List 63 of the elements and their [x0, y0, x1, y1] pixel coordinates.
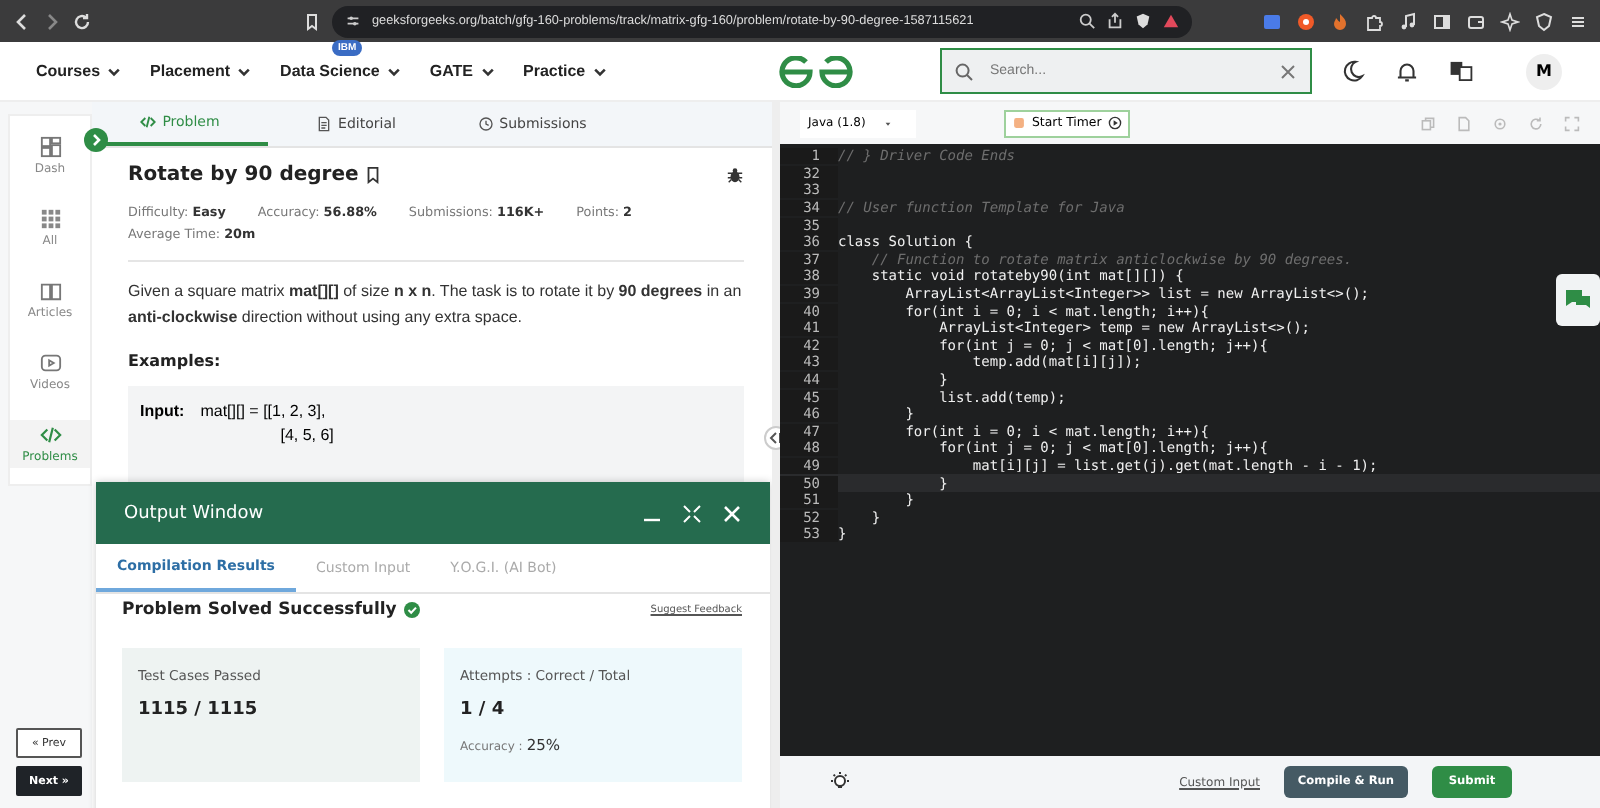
lightbulb-icon[interactable] — [828, 770, 852, 794]
search-icon — [954, 61, 974, 81]
puzzle-icon[interactable] — [1364, 11, 1384, 31]
output-window-title: Output Window — [124, 503, 264, 523]
card-value: 1115 / 1115 — [138, 700, 260, 720]
site-settings-icon[interactable] — [344, 12, 362, 30]
sidebar-icon — [39, 352, 61, 374]
flame-icon[interactable] — [1330, 11, 1350, 31]
card-value: 1 / 4 — [460, 700, 507, 720]
close-icon[interactable] — [722, 503, 742, 523]
caret-icon — [385, 63, 402, 79]
share-icon[interactable] — [1106, 12, 1124, 30]
forward-icon[interactable] — [42, 11, 62, 31]
sidebar-icon — [39, 136, 61, 158]
sidebar-icon[interactable] — [1432, 11, 1452, 31]
circle-icon[interactable] — [1296, 11, 1316, 31]
nav-menu-item[interactable]: GATE — [429, 62, 495, 80]
expand-icon[interactable] — [682, 503, 702, 523]
avatar[interactable]: M — [1526, 53, 1562, 89]
sidebar-icon — [39, 424, 61, 446]
caret-icon — [591, 63, 608, 79]
logo-icon[interactable] — [776, 55, 856, 87]
moon-icon[interactable] — [1340, 58, 1366, 84]
bug-icon[interactable] — [726, 166, 744, 184]
shield-icon[interactable] — [1134, 12, 1152, 30]
status-text: Problem Solved Successfully — [122, 600, 397, 620]
caret-icon — [106, 63, 123, 79]
nav-menu-item[interactable]: Practice — [523, 62, 608, 80]
tab-icon — [316, 116, 333, 132]
zoom-icon[interactable] — [1078, 12, 1096, 30]
timer-icon — [1012, 116, 1026, 130]
bell-icon[interactable] — [1394, 58, 1420, 84]
caret-icon — [479, 63, 495, 79]
chat-icon[interactable] — [1556, 274, 1600, 326]
sidebar-icon — [39, 280, 61, 302]
problem-description: Given a square matrix mat[][] of size n x n. The task is to rotate it by 90 degrees in an anti-clockwise direction without using any extra space. — [128, 280, 744, 330]
examples-heading: Examples: — [128, 352, 223, 370]
nav-menu-item[interactable]: Courses — [36, 62, 123, 80]
sparkle-icon[interactable] — [1500, 11, 1520, 31]
back-icon[interactable] — [12, 11, 32, 31]
example-text: [4, 5, 6] — [278, 426, 334, 444]
triangle-icon[interactable] — [1162, 12, 1180, 30]
wallet-icon[interactable] — [1466, 11, 1486, 31]
music-icon[interactable] — [1398, 11, 1418, 31]
problem-title: Rotate by 90 degree — [128, 164, 359, 186]
example-text: mat[][] = [[1, 2, 3], — [200, 402, 328, 420]
sidebar-icon — [39, 208, 61, 230]
shield-icon[interactable] — [1534, 11, 1554, 31]
reload-icon[interactable] — [72, 11, 92, 31]
play-icon — [1107, 116, 1122, 130]
tab-icon — [477, 116, 494, 132]
check-icon — [404, 602, 421, 618]
expand-icon[interactable] — [84, 128, 108, 152]
caret-icon — [881, 117, 894, 129]
tab-icon — [140, 114, 157, 130]
clear-icon[interactable] — [1278, 61, 1298, 81]
nav-menu-item[interactable]: Placement — [150, 62, 253, 80]
caret-icon — [236, 63, 253, 79]
code-editor[interactable] — [780, 144, 1600, 756]
example-label: Input: — [140, 402, 185, 424]
menu-icon[interactable] — [1568, 11, 1588, 31]
bookmark-icon[interactable] — [364, 166, 383, 184]
bookmark-icon[interactable] — [302, 11, 322, 31]
